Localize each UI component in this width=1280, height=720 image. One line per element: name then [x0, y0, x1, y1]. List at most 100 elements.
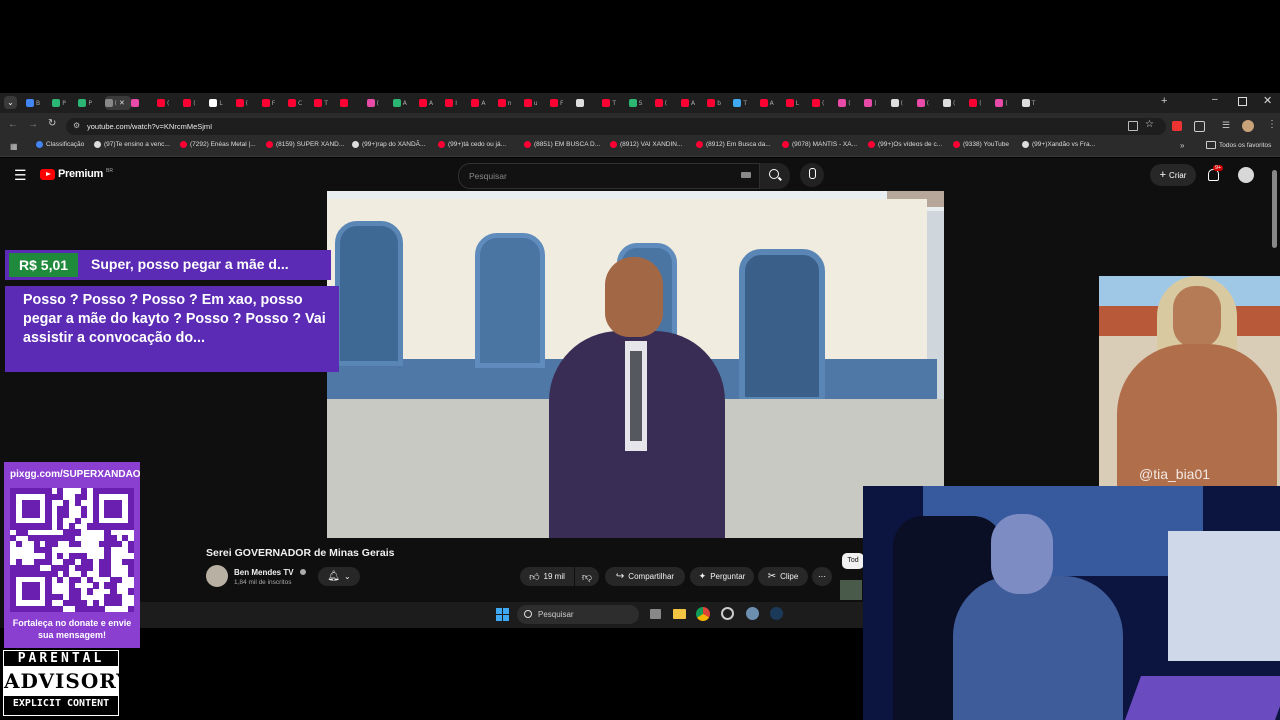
- bookmark-item[interactable]: (8159) SUPER XAND...: [266, 141, 344, 148]
- maximize-icon[interactable]: [1238, 97, 1247, 106]
- close-window-icon[interactable]: ✕: [1263, 94, 1272, 107]
- browser-tab[interactable]: L: [209, 96, 235, 110]
- steam-icon[interactable]: [770, 607, 783, 620]
- bookmark-item[interactable]: (99+)Xandão vs Fra...: [1022, 141, 1095, 148]
- clip-button[interactable]: ✂ Clipe: [758, 567, 808, 586]
- bookmark-item[interactable]: (9338) YouTube: [953, 141, 1009, 148]
- task-view-icon[interactable]: [650, 609, 661, 619]
- bookmark-item[interactable]: Classificação: [36, 141, 84, 148]
- minimize-icon[interactable]: –: [1212, 94, 1218, 105]
- bookmark-item[interactable]: (99+)tá cedo ou já...: [438, 141, 506, 148]
- browser-tab[interactable]: (: [864, 96, 890, 110]
- apps-grid-icon[interactable]: ▦: [10, 142, 18, 151]
- browser-tab[interactable]: A: [471, 96, 497, 110]
- keyboard-icon[interactable]: [741, 172, 751, 178]
- new-tab-button[interactable]: +: [1161, 95, 1167, 107]
- all-bookmarks-folder[interactable]: Todos os favoritos: [1206, 141, 1271, 149]
- bookmark-item[interactable]: (8851) EM BUSCA D...: [524, 141, 600, 148]
- browser-tab[interactable]: b: [707, 96, 733, 110]
- scrollbar-thumb[interactable]: [1272, 170, 1277, 248]
- browser-tab[interactable]: A: [419, 96, 445, 110]
- settings-icon[interactable]: [746, 607, 759, 620]
- browser-tab[interactable]: [576, 96, 602, 110]
- app-icon-1[interactable]: [721, 607, 734, 620]
- browser-tab[interactable]: T: [1021, 96, 1048, 110]
- browser-tab[interactable]: A: [681, 96, 707, 110]
- browser-tab[interactable]: F: [261, 96, 288, 110]
- browser-tab[interactable]: (: [943, 96, 969, 110]
- search-input[interactable]: Pesquisar: [469, 171, 507, 181]
- bookmark-item[interactable]: (9078) MANTIS - XA...: [782, 141, 857, 148]
- browser-tab[interactable]: [130, 96, 157, 110]
- search-box[interactable]: Pesquisar: [458, 163, 760, 189]
- browser-tab[interactable]: (: [890, 96, 917, 110]
- browser-tab[interactable]: (: [157, 96, 183, 110]
- forward-icon[interactable]: →: [28, 119, 38, 130]
- browser-tab[interactable]: L: [785, 96, 812, 110]
- bookmark-item[interactable]: (97)Te ensino a venc...: [94, 141, 170, 148]
- bookmark-item[interactable]: (8912) Em Busca da...: [696, 141, 771, 148]
- channel-name[interactable]: Ben Mendes TV: [234, 568, 294, 577]
- subscribed-bell-button[interactable]: 🔔︎ ⌄: [318, 567, 360, 586]
- browser-tab[interactable]: F: [550, 96, 576, 110]
- browser-tab[interactable]: (: [366, 96, 393, 110]
- like-button[interactable]: 👍︎ 19 mil: [520, 567, 574, 586]
- extension-red-icon[interactable]: [1172, 121, 1182, 131]
- tab-search-button[interactable]: ⌄: [4, 96, 17, 109]
- browser-tab[interactable]: P: [78, 96, 104, 110]
- more-actions-button[interactable]: ⋯: [812, 567, 832, 586]
- browser-tab[interactable]: (: [235, 96, 262, 110]
- site-info-icon[interactable]: ⚙: [73, 121, 80, 130]
- browser-tab[interactable]: (: [969, 96, 995, 110]
- browser-tab[interactable]: (: [838, 96, 864, 110]
- notifications-button[interactable]: 9+: [1206, 165, 1224, 184]
- browser-tab[interactable]: C: [288, 96, 314, 110]
- chrome-icon[interactable]: [696, 607, 710, 621]
- browser-tab[interactable]: A: [392, 96, 419, 110]
- browser-tab[interactable]: P: [52, 96, 78, 110]
- reload-icon[interactable]: ↻: [48, 118, 56, 129]
- browser-tab[interactable]: T: [733, 96, 759, 110]
- browser-tab[interactable]: T: [314, 96, 340, 110]
- youtube-logo[interactable]: Premium BR: [40, 168, 113, 180]
- install-icon[interactable]: [1128, 121, 1138, 131]
- close-tab-icon[interactable]: ✕: [119, 99, 125, 107]
- guide-menu-icon[interactable]: ☰: [14, 167, 27, 184]
- browser-tab[interactable]: (: [183, 96, 209, 110]
- browser-tab[interactable]: I: [445, 96, 471, 110]
- bookmark-item[interactable]: (99+)Os vídeos de c...: [868, 141, 942, 148]
- search-button[interactable]: [760, 163, 790, 189]
- start-icon[interactable]: [496, 608, 509, 621]
- bookmark-item[interactable]: (7292) Enéas Metal |...: [180, 141, 256, 148]
- share-button[interactable]: ↪ Compartilhar: [605, 567, 685, 586]
- ask-button[interactable]: ✦ Perguntar: [690, 567, 754, 586]
- reading-list-icon[interactable]: ☰: [1222, 120, 1230, 131]
- account-avatar[interactable]: [1238, 167, 1254, 183]
- browser-tab[interactable]: n: [497, 96, 524, 110]
- voice-search-button[interactable]: [800, 163, 824, 187]
- bookmark-star-icon[interactable]: ☆: [1145, 119, 1154, 130]
- back-icon[interactable]: ←: [8, 119, 18, 130]
- related-video-thumbnail[interactable]: [840, 580, 862, 600]
- browser-tab[interactable]: (✕: [104, 96, 131, 110]
- file-explorer-icon[interactable]: [673, 609, 686, 619]
- filter-chip-all[interactable]: Tod: [842, 553, 864, 569]
- browser-tab[interactable]: (: [812, 96, 838, 110]
- video-player[interactable]: [327, 191, 944, 538]
- extensions-icon[interactable]: [1194, 121, 1205, 132]
- browser-tab[interactable]: A: [759, 96, 786, 110]
- bookmark-item[interactable]: (99+)rap do XANDÃ...: [352, 141, 425, 148]
- taskbar-search-box[interactable]: Pesquisar: [517, 605, 639, 624]
- dislike-button[interactable]: 👎︎: [575, 567, 599, 586]
- bookmarks-overflow-icon[interactable]: »: [1180, 141, 1184, 150]
- browser-tab[interactable]: [340, 96, 366, 110]
- url-field[interactable]: ⚙ youtube.com/watch?v=KNrcmMeSjmI ☆: [66, 118, 1166, 135]
- browser-tab[interactable]: (: [916, 96, 943, 110]
- profile-avatar[interactable]: [1242, 120, 1254, 132]
- channel-avatar[interactable]: [206, 565, 228, 587]
- create-button[interactable]: + Criar: [1150, 164, 1196, 186]
- browser-tab[interactable]: B: [26, 96, 52, 110]
- bookmark-item[interactable]: (8912) VAI XANDIN...: [610, 141, 682, 148]
- browser-tab[interactable]: u: [523, 96, 550, 110]
- browser-tab[interactable]: (: [654, 96, 681, 110]
